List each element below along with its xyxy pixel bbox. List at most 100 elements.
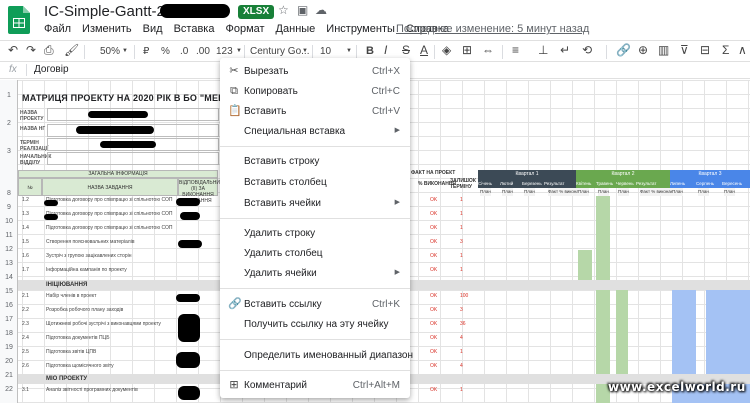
task-name[interactable]: Щотижневі робочі зустрічі з виконавцями …	[46, 321, 176, 327]
quarter-header: Квартал 1	[478, 170, 576, 179]
formula-input[interactable]: Договір	[34, 64, 69, 75]
text-wrap-icon[interactable]: ↵	[560, 44, 570, 57]
task-name[interactable]: Підготовка звітів ЦПВ	[46, 349, 176, 355]
menu-item-cut[interactable]: ✂ Вырезать Ctrl+X	[220, 62, 410, 82]
vertical-align-icon[interactable]: ⊥	[538, 44, 548, 57]
row-header[interactable]: 8	[0, 190, 18, 197]
row-header[interactable]: 18	[0, 330, 18, 337]
move-folder-icon[interactable]: ▣	[297, 3, 308, 17]
bold-button[interactable]: B	[366, 45, 374, 58]
row-header[interactable]: 20	[0, 358, 18, 365]
increase-decimal-button[interactable]: .00	[196, 45, 210, 58]
borders-icon[interactable]: ⊞	[462, 44, 472, 57]
menu-item-insert-link[interactable]: 🔗 Вставить ссылку Ctrl+K	[220, 295, 410, 315]
redo-icon[interactable]: ↷	[26, 44, 36, 57]
task-name[interactable]: Підготовка договору про співпрацю зі спі…	[46, 197, 176, 203]
font-select[interactable]: Century Go...	[250, 45, 309, 58]
sheets-logo-icon[interactable]	[8, 6, 30, 34]
menu-item-delete-column[interactable]: Удалить столбец	[220, 244, 410, 264]
filter-icon[interactable]: ⊽	[680, 44, 689, 57]
column-header-no: №	[18, 178, 42, 196]
row-header[interactable]: 19	[0, 344, 18, 351]
task-name[interactable]: Підготовка документів ПЦБ	[46, 335, 176, 341]
font-size-select[interactable]: 10	[320, 45, 331, 58]
italic-icon[interactable]: I	[384, 44, 387, 57]
menu-item-get-cell-link[interactable]: Получить ссылку на эту ячейку	[220, 315, 410, 335]
row-header[interactable]: 17	[0, 316, 18, 323]
plan-label: План	[618, 188, 629, 196]
collapse-toolbar-icon[interactable]: ∧	[738, 44, 747, 57]
currency-format-button[interactable]: ₽	[143, 45, 149, 58]
zoom-select[interactable]: 50%	[100, 45, 120, 58]
task-name[interactable]: Створення пояснювальних матеріалів	[46, 239, 176, 245]
print-icon[interactable]: ⎙	[44, 44, 54, 57]
row-header[interactable]: 2	[0, 120, 18, 127]
cloud-status-icon[interactable]: ☁	[315, 3, 327, 17]
plan-label: План	[480, 188, 491, 196]
row-header[interactable]: 14	[0, 274, 18, 281]
menu-edit[interactable]: Изменить	[82, 23, 132, 35]
task-name[interactable]: Підготовка договору про співпрацю зі спі…	[46, 225, 176, 231]
row-header[interactable]: 21	[0, 372, 18, 379]
menu-item-copy[interactable]: ⧉ Копировать Ctrl+C	[220, 82, 410, 102]
menu-insert[interactable]: Вставка	[174, 23, 215, 35]
paint-format-icon[interactable]: 🖌	[64, 44, 79, 57]
task-name[interactable]: Інформаційна кампанія по проекту	[46, 267, 176, 273]
row-header[interactable]: 13	[0, 260, 18, 267]
undo-icon[interactable]: ↶	[8, 44, 18, 57]
term-value: 4	[460, 335, 463, 341]
gantt-bar	[672, 290, 696, 374]
strikethrough-icon[interactable]: S	[402, 44, 410, 57]
paste-icon: 📋	[228, 105, 242, 117]
menu-item-named-range[interactable]: Определить именованный диапазон	[220, 346, 413, 366]
text-color-icon[interactable]: A	[420, 44, 428, 57]
percent-format-button[interactable]: %	[161, 45, 170, 58]
menu-item-insert-row[interactable]: Вставить строку	[220, 152, 410, 172]
menu-format[interactable]: Формат	[225, 23, 264, 35]
row-header[interactable]: 11	[0, 232, 18, 239]
star-icon[interactable]: ☆	[278, 3, 289, 17]
menu-item-insert-column[interactable]: Вставить столбец	[220, 173, 410, 193]
task-name[interactable]: Підготовка щомісячного звіту	[46, 363, 176, 369]
row-header[interactable]: 22	[0, 386, 18, 393]
task-name[interactable]: Аналіз звітності програмних документів	[46, 387, 176, 393]
decrease-decimal-button[interactable]: .0	[180, 45, 188, 58]
row-header[interactable]: 9	[0, 204, 18, 211]
row-header[interactable]: 15	[0, 288, 18, 295]
menu-data[interactable]: Данные	[276, 23, 316, 35]
insert-chart-icon[interactable]: ▥	[658, 44, 669, 57]
general-info-header: ЗАГАЛЬНА ІНФОРМАЦІЯ	[18, 170, 218, 178]
task-name[interactable]: Набір членів в проект	[46, 293, 176, 299]
menu-item-comment[interactable]: ⊞ Комментарий Ctrl+Alt+M	[220, 376, 410, 396]
info-cell[interactable]	[47, 152, 219, 165]
row-header[interactable]: 10	[0, 218, 18, 225]
menu-view[interactable]: Вид	[143, 23, 163, 35]
row-header[interactable]: 16	[0, 302, 18, 309]
menu-item-paste[interactable]: 📋 Вставить Ctrl+V	[220, 102, 410, 122]
toolbar-divider	[606, 45, 607, 59]
menu-item-paste-special[interactable]: Специальная вставка ▶	[220, 122, 410, 142]
menu-item-delete-cells[interactable]: Удалить ячейки ▶	[220, 264, 410, 284]
menu-item-insert-cells[interactable]: Вставить ячейки ▶	[220, 194, 410, 214]
task-name[interactable]: Розробка робочого плану заходів	[46, 307, 176, 313]
task-name[interactable]: Зустріч з групою зацікавлених сторін	[46, 253, 176, 259]
horizontal-align-icon[interactable]: ≡	[512, 44, 519, 57]
more-formats-button[interactable]: 123	[216, 45, 233, 58]
task-name[interactable]: Підготовка договору про співпрацю зі спі…	[46, 211, 176, 217]
merge-cells-icon[interactable]: ⇔	[482, 44, 494, 57]
insert-comment-icon[interactable]: ⊕	[638, 44, 648, 57]
insert-link-icon[interactable]: 🔗	[616, 44, 631, 57]
fill-color-icon[interactable]: ◈	[442, 44, 451, 57]
left-term-header: ЗАЛИШОК ТЕРМІНУ	[450, 178, 476, 190]
functions-icon[interactable]: Σ	[722, 44, 729, 57]
row-header[interactable]: 12	[0, 246, 18, 253]
redaction-mark	[178, 386, 200, 400]
last-edit-link[interactable]: Последнее изменение: 5 минут назад	[396, 23, 589, 35]
menu-tools[interactable]: Инструменты	[326, 23, 395, 35]
menu-file[interactable]: Файл	[44, 23, 71, 35]
row-header[interactable]: 1	[0, 92, 18, 99]
text-rotation-icon[interactable]: ⟲	[582, 44, 592, 57]
row-header[interactable]: 3	[0, 148, 18, 155]
menu-item-delete-row[interactable]: Удалить строку	[220, 224, 410, 244]
filter-views-icon[interactable]: ⊟	[700, 44, 710, 57]
